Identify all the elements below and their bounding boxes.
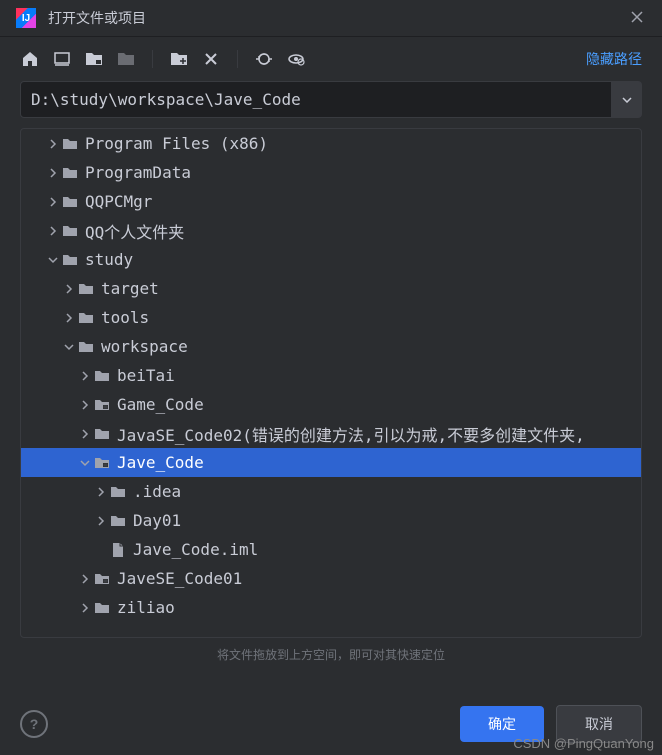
tree-row[interactable]: Program Files (x86) — [21, 129, 641, 158]
folder-icon — [77, 339, 95, 355]
dialog-title: 打开文件或项目 — [48, 8, 618, 28]
tree-row[interactable]: Day01 — [21, 506, 641, 535]
path-input[interactable] — [20, 81, 612, 118]
chevron-right-icon[interactable] — [77, 426, 93, 442]
folder-icon — [109, 513, 127, 529]
hide-path-link[interactable]: 隐藏路径 — [586, 49, 642, 69]
tree-row[interactable]: Jave_Code.iml — [21, 535, 641, 564]
tree-row[interactable]: Jave_Code — [21, 448, 641, 477]
chevron-right-icon[interactable] — [61, 281, 77, 297]
tree-item-label: study — [85, 250, 133, 269]
tree-row[interactable]: JaveSE_Code01 — [21, 564, 641, 593]
tree-item-label: target — [101, 279, 159, 298]
delete-icon[interactable] — [201, 49, 221, 69]
tree-row[interactable]: tools — [21, 303, 641, 332]
refresh-icon[interactable] — [254, 49, 274, 69]
folder-icon — [61, 252, 79, 268]
file-icon — [109, 542, 127, 558]
chevron-right-icon[interactable] — [45, 194, 61, 210]
project-icon — [93, 397, 111, 413]
chevron-down-icon[interactable] — [77, 455, 93, 471]
folder-icon — [93, 368, 111, 384]
tree-item-label: Jave_Code — [117, 453, 204, 472]
app-icon: IJ — [16, 8, 36, 28]
chevron-down-icon[interactable] — [61, 339, 77, 355]
new-folder-icon[interactable] — [169, 49, 189, 69]
toolbar-separator — [152, 50, 153, 68]
project-icon — [93, 455, 111, 471]
chevron-right-icon[interactable] — [77, 368, 93, 384]
folder-icon — [93, 426, 111, 442]
chevron-right-icon[interactable] — [93, 513, 109, 529]
close-button[interactable] — [630, 10, 646, 26]
folder-icon — [109, 484, 127, 500]
show-hidden-icon[interactable] — [286, 49, 306, 69]
folder-icon — [61, 223, 79, 239]
tree-item-label: Day01 — [133, 511, 181, 530]
folder-icon — [93, 600, 111, 616]
chevron-right-icon[interactable] — [93, 484, 109, 500]
drop-hint: 将文件拖放到上方空间，即可对其快速定位 — [0, 638, 662, 671]
project-icon — [93, 571, 111, 587]
tree-item-label: ProgramData — [85, 163, 191, 182]
path-dropdown-button[interactable] — [612, 81, 642, 118]
tree-row[interactable]: ziliao — [21, 593, 641, 622]
toolbar-separator — [237, 50, 238, 68]
tree-item-label: QQ个人文件夹 — [85, 219, 184, 243]
tree-row[interactable]: ProgramData — [21, 158, 641, 187]
tree-row[interactable]: study — [21, 245, 641, 274]
home-icon[interactable] — [20, 49, 40, 69]
tree-item-label: workspace — [101, 337, 188, 356]
chevron-right-icon[interactable] — [45, 136, 61, 152]
tree-row[interactable]: target — [21, 274, 641, 303]
tree-item-label: QQPCMgr — [85, 192, 152, 211]
tree-item-label: Program Files (x86) — [85, 134, 268, 153]
tree-row[interactable]: .idea — [21, 477, 641, 506]
chevron-right-icon[interactable] — [45, 165, 61, 181]
folder-icon — [77, 310, 95, 326]
project-folder-icon[interactable] — [84, 49, 104, 69]
tree-item-label: JaveSE_Code01 — [117, 569, 242, 588]
tree-row[interactable]: QQ个人文件夹 — [21, 216, 641, 245]
folder-icon — [61, 136, 79, 152]
tree-item-label: ziliao — [117, 598, 175, 617]
watermark: CSDN @PingQuanYong — [513, 736, 654, 751]
chevron-right-icon[interactable] — [77, 600, 93, 616]
chevron-down-icon[interactable] — [45, 252, 61, 268]
tree-item-label: beiTai — [117, 366, 175, 385]
desktop-icon[interactable] — [52, 49, 72, 69]
module-folder-icon — [116, 49, 136, 69]
tree-row[interactable]: QQPCMgr — [21, 187, 641, 216]
tree-row[interactable]: Game_Code — [21, 390, 641, 419]
chevron-none — [93, 542, 109, 558]
tree-row[interactable]: workspace — [21, 332, 641, 361]
chevron-right-icon[interactable] — [77, 397, 93, 413]
folder-icon — [61, 194, 79, 210]
tree-row[interactable]: JavaSE_Code02(错误的创建方法,引以为戒,不要多创建文件夹, — [21, 419, 641, 448]
chevron-right-icon[interactable] — [77, 571, 93, 587]
tree-item-label: JavaSE_Code02(错误的创建方法,引以为戒,不要多创建文件夹, — [117, 422, 585, 446]
tree-item-label: Jave_Code.iml — [133, 540, 258, 559]
tree-row[interactable]: beiTai — [21, 361, 641, 390]
file-tree[interactable]: Program Files (x86) ProgramData QQPCMgr QQ个… — [20, 128, 642, 638]
tree-item-label: Game_Code — [117, 395, 204, 414]
chevron-right-icon[interactable] — [45, 223, 61, 239]
tree-item-label: .idea — [133, 482, 181, 501]
chevron-right-icon[interactable] — [61, 310, 77, 326]
folder-icon — [61, 165, 79, 181]
folder-icon — [77, 281, 95, 297]
tree-item-label: tools — [101, 308, 149, 327]
help-button[interactable]: ? — [20, 710, 48, 738]
